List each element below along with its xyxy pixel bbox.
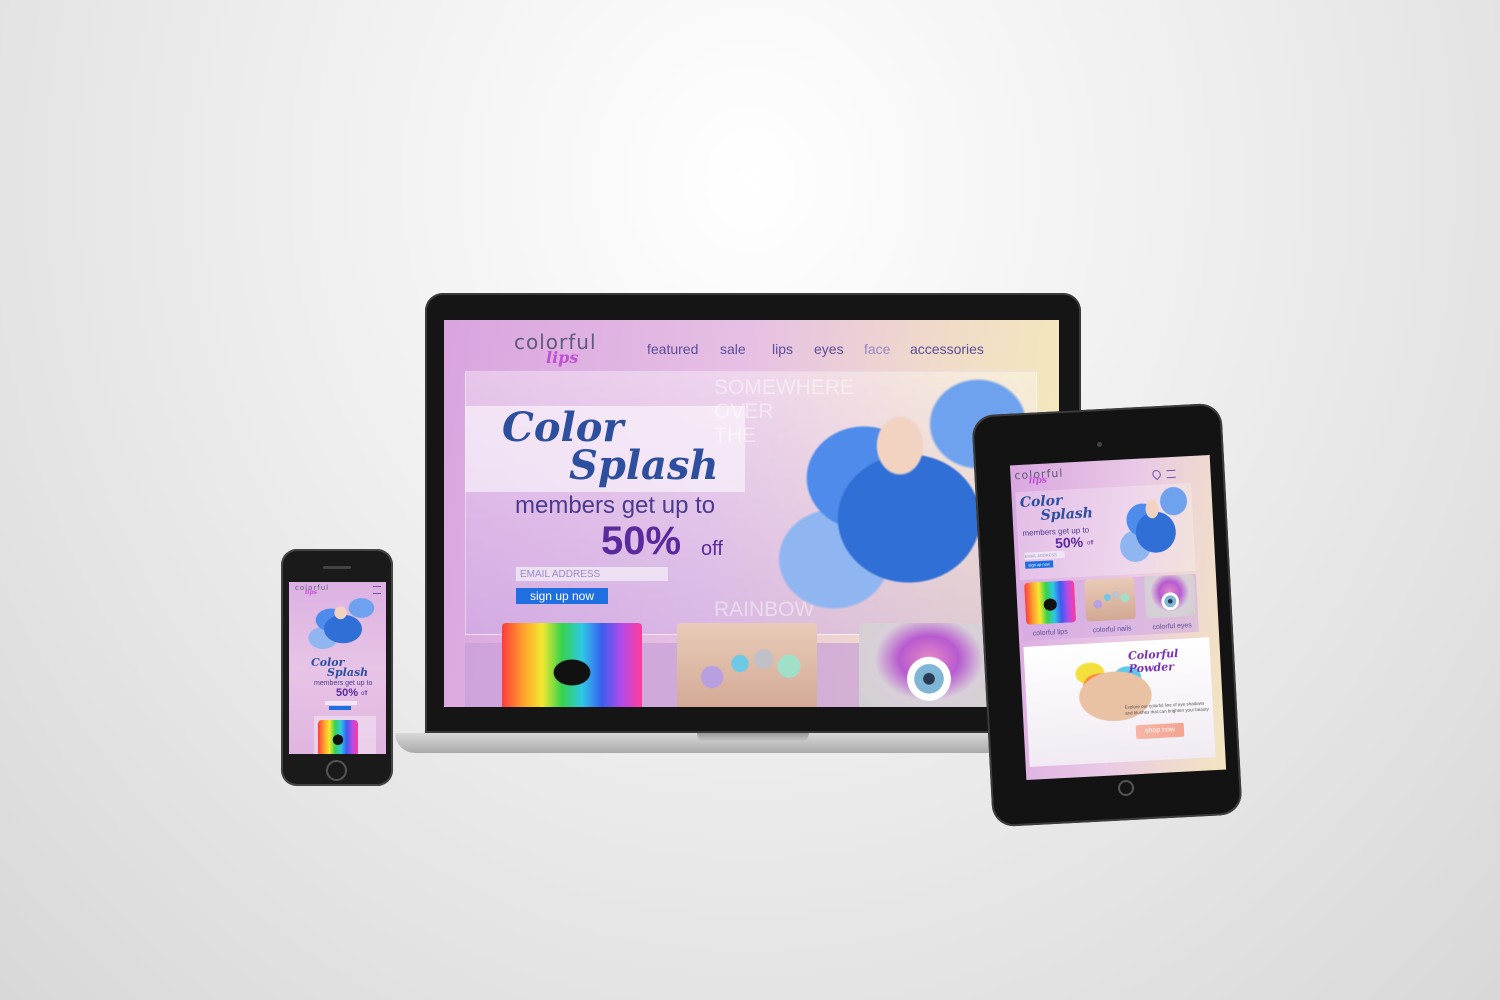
phone-screen: colorful lips Color Splash members get u… xyxy=(289,582,386,754)
nav-eyes[interactable]: eyes xyxy=(814,341,844,357)
tablet-camera xyxy=(1097,442,1102,447)
tablet-title-splash: Splash xyxy=(1040,505,1094,524)
phone-hero-image xyxy=(299,596,379,656)
tablet-powder-title: Colorful Powder xyxy=(1127,646,1179,676)
phone-tile-lips[interactable] xyxy=(318,720,358,754)
phone-logo[interactable]: colorful lips xyxy=(295,584,329,596)
hamburger-menu-icon[interactable] xyxy=(1166,469,1176,479)
shop-now-button[interactable]: shop now xyxy=(1135,722,1185,740)
tile-colorful-nails[interactable] xyxy=(677,623,817,707)
nav-face[interactable]: face xyxy=(864,341,890,357)
tablet-promo-percent: 50% xyxy=(1054,533,1084,552)
nav-sale[interactable]: sale xyxy=(720,341,746,357)
site-logo[interactable]: colorful lips xyxy=(514,330,597,367)
tablet-tile-nails[interactable] xyxy=(1084,577,1137,622)
signup-button[interactable]: sign up now xyxy=(516,588,608,604)
tablet-signup-button[interactable]: sign up now xyxy=(1024,560,1054,569)
nav-accessories[interactable]: accessories xyxy=(910,341,984,357)
phone-speaker xyxy=(323,566,351,569)
nav-featured[interactable]: featured xyxy=(647,341,698,357)
email-input[interactable] xyxy=(515,566,669,582)
hero-title-splash: Splash xyxy=(569,442,719,489)
tablet-screen: colorful lips Color Splash members get u… xyxy=(1009,454,1227,781)
tablet-hero-image xyxy=(1107,482,1196,574)
tablet-logo-script: lips xyxy=(1028,475,1048,487)
phone-promo-text: members get up to xyxy=(314,680,373,687)
hamburger-menu-icon[interactable] xyxy=(373,586,381,594)
tablet-tile-lips[interactable] xyxy=(1024,580,1077,625)
tablet-tile-eyes[interactable] xyxy=(1143,573,1197,619)
phone-promo-off: off xyxy=(361,691,368,697)
phone-signup-button[interactable] xyxy=(329,706,351,710)
nav-lips[interactable]: lips xyxy=(772,341,793,357)
tablet-logo[interactable]: colorful lips xyxy=(1014,467,1064,487)
promo-percent: 50% xyxy=(601,519,682,563)
tablet-home-button[interactable] xyxy=(1118,780,1134,796)
promo-off: off xyxy=(701,538,723,560)
logo-script-text: lips xyxy=(546,348,579,367)
location-pin-icon[interactable] xyxy=(1150,468,1163,481)
phone-title-splash: Splash xyxy=(327,666,369,679)
tile-colorful-lips[interactable] xyxy=(502,623,642,707)
phone-logo-script: lips xyxy=(305,589,318,596)
tile-colorful-eyes[interactable] xyxy=(859,623,999,707)
phone-home-button[interactable] xyxy=(326,760,347,781)
tablet-promo-off: off xyxy=(1086,540,1094,547)
phone-email-input[interactable] xyxy=(325,701,357,705)
laptop-screen: colorful lips featured sale lips eyes fa… xyxy=(444,320,1059,707)
promo-text: members get up to xyxy=(515,492,716,519)
laptop-notch xyxy=(697,733,809,742)
phone-promo-percent: 50% xyxy=(336,687,359,699)
